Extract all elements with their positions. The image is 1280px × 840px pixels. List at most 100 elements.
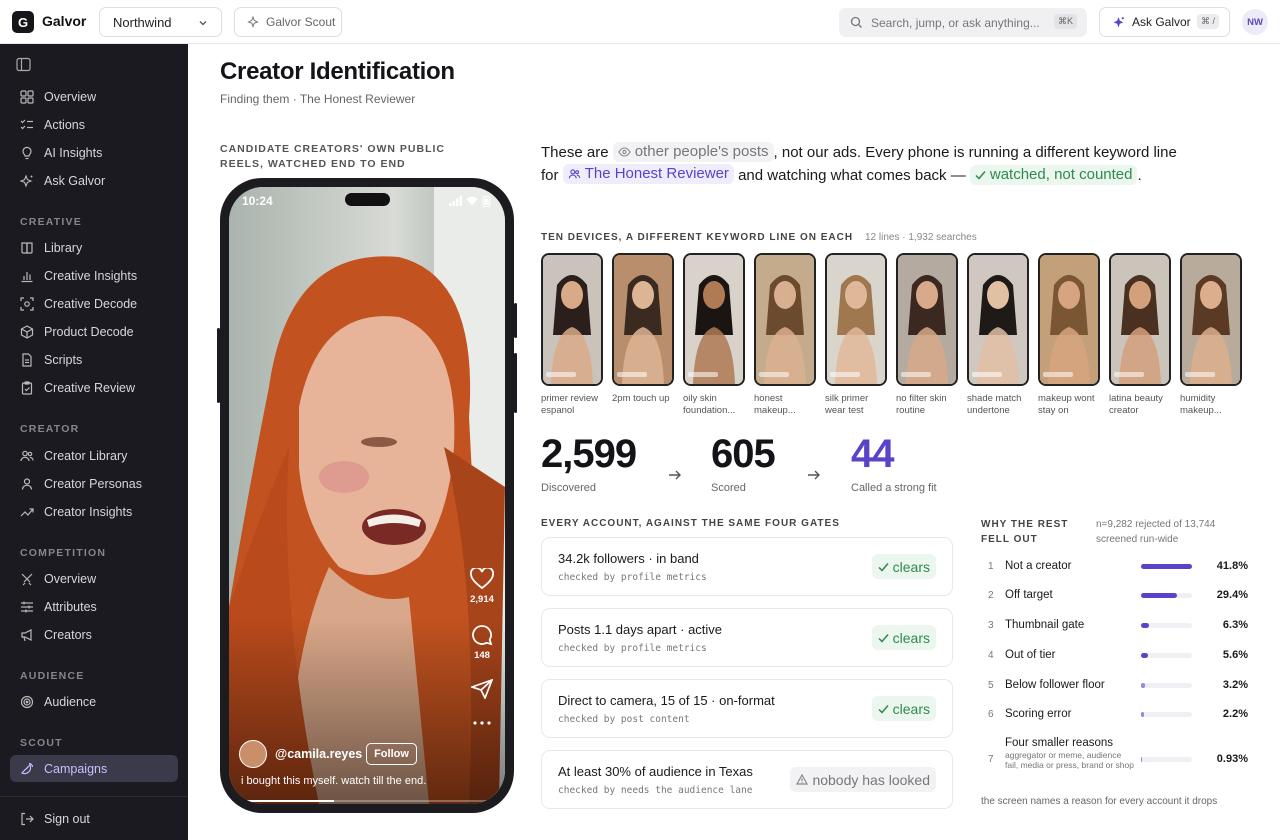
reason-name: Not a creator [1005,560,1072,572]
chip-persona[interactable]: The Honest Reviewer [562,164,734,184]
logo[interactable]: G [12,11,34,33]
search-input[interactable]: Search, jump, or ask anything... ⌘K [839,8,1087,37]
status-badge: nobody has looked [790,767,936,792]
sidebar-item-creator-personas[interactable]: Creator Personas [10,470,178,497]
device-thumbnail[interactable] [1038,253,1100,386]
comment-icon[interactable] [471,624,493,646]
sidebar-item-label: Overview [44,89,97,104]
reason-detail: aggregator or meme, audience fail, media… [1005,750,1134,770]
sidebar-item-actions[interactable]: Actions [10,111,178,138]
sidebar-item-label: Creator Library [44,448,128,463]
device-preview [685,255,743,384]
creator-handle[interactable]: @camila.reyes [275,747,362,761]
intro-text: These are other people's posts, not our … [541,141,1191,187]
device-thumbnail[interactable] [967,253,1029,386]
reason-name: Out of tier [1005,649,1056,661]
device-thumbnail[interactable] [754,253,816,386]
sidebar-item-creative-decode[interactable]: Creative Decode [10,290,178,317]
user-avatar[interactable]: NW [1242,9,1268,35]
warning-icon [796,774,809,785]
device-thumbnail[interactable] [1180,253,1242,386]
creator-portrait [229,187,505,804]
sidebar-item-label: AI Insights [44,145,103,160]
page-title: Creator Identification [220,58,455,85]
workspace-select[interactable]: Northwind [99,7,222,37]
sparkle-icon [20,173,33,188]
device-thumbnail[interactable] [825,253,887,386]
why-label: WHY THE REST FELL OUT [981,519,1069,545]
check-icon [975,171,986,180]
user-icon [21,477,33,490]
sidebar-item-overview[interactable]: Overview [10,83,178,110]
sidebar-item-library[interactable]: Library [10,234,178,261]
device-preview [614,255,672,384]
funnel-scored-value: 605 [711,432,776,476]
device-thumbnail[interactable] [612,253,674,386]
device-thumbnail[interactable] [683,253,745,386]
sidebar-item-creator-insights[interactable]: Creator Insights [10,498,178,525]
follow-button[interactable]: Follow [366,743,417,765]
device-keyword-caption: honest makeup... [754,393,796,416]
sign-out-button[interactable]: Sign out [10,805,178,832]
sidebar-item-creative-review[interactable]: Creative Review [10,374,178,401]
chip-label: other people's posts [634,143,769,160]
creator-avatar[interactable] [239,740,267,768]
intro-part: and watching what comes back — [733,167,970,184]
intro-part: . [1137,167,1142,184]
device-thumbnail[interactable] [541,253,603,386]
more-icon[interactable] [473,721,491,725]
why-footnote: the screen names a reason for every acco… [981,796,1218,807]
device-preview [969,255,1027,384]
search-icon [850,16,862,28]
sidebar-toggle-icon[interactable] [16,57,31,72]
funnel-discovered-value: 2,599 [541,432,637,476]
like-count: 2,914 [470,594,494,605]
gate-title: At least 30% of audience in Texas [558,764,753,779]
section-label-competition: COMPETITION [20,547,107,559]
device-preview [827,255,885,384]
section-label-scout: SCOUT [20,737,63,749]
sidebar-item-label: Creative Decode [44,296,138,311]
gate-title: 34.2k followers · in band [558,551,699,566]
sidebar-item-audience[interactable]: Audience [10,688,178,715]
sidebar-item-label: Creator Insights [44,504,133,519]
funnel-scored-label: Scored [711,482,746,494]
arrow-right-icon [808,470,820,480]
sidebar-item-label: Creative Insights [44,268,138,283]
sidebar-item-product-decode[interactable]: Product Decode [10,318,178,345]
status-time: 10:24 [242,194,273,208]
device-thumbnail[interactable] [896,253,958,386]
funnel-discovered-label: Discovered [541,482,597,494]
reason-bar-fill [1141,712,1144,717]
why-meta: n=9,282 rejected of 13,744 screened run-… [1096,519,1216,545]
device-thumbnail[interactable] [1109,253,1171,386]
heart-icon[interactable] [470,568,494,590]
device-preview [543,255,601,384]
signal-icon [449,196,462,206]
sidebar-item-scripts[interactable]: Scripts [10,346,178,373]
reel-video[interactable]: 10:24 2,914 148 @camila.reyes Follow i b… [229,187,505,804]
ask-shortcut: ⌘ / [1196,14,1219,29]
status-label: clears [892,629,930,646]
sidebar-item-creative-insights[interactable]: Creative Insights [10,262,178,289]
status-label: nobody has looked [812,771,930,788]
sidebar-item-competition-overview[interactable]: Overview [10,565,178,592]
ask-galvor-button[interactable]: Ask Galvor ⌘ / [1099,7,1230,37]
sidebar-item-ask-galvor[interactable]: Ask Galvor [10,167,178,194]
galvor-scout-button[interactable]: Galvor Scout [234,7,342,37]
reason-bar-track [1141,653,1192,658]
checklist-icon [20,119,33,129]
sidebar-item-attributes[interactable]: Attributes [10,593,178,620]
share-icon[interactable] [471,679,493,699]
search-shortcut: ⌘K [1053,14,1077,29]
device-keyword-caption: 2pm touch up [612,393,670,404]
box-icon [20,324,34,339]
sidebar-item-ai-insights[interactable]: AI Insights [10,139,178,166]
phone-frame: 10:24 2,914 148 @camila.reyes Follow i b… [217,178,517,813]
sidebar-item-campaigns[interactable]: Campaigns [10,755,178,782]
funnel-strong-fit-value: 44 [851,432,894,476]
battery-icon [482,196,491,207]
reason-bar-track [1141,757,1192,762]
sidebar-item-creators[interactable]: Creators [10,621,178,648]
sidebar-item-creator-library[interactable]: Creator Library [10,442,178,469]
